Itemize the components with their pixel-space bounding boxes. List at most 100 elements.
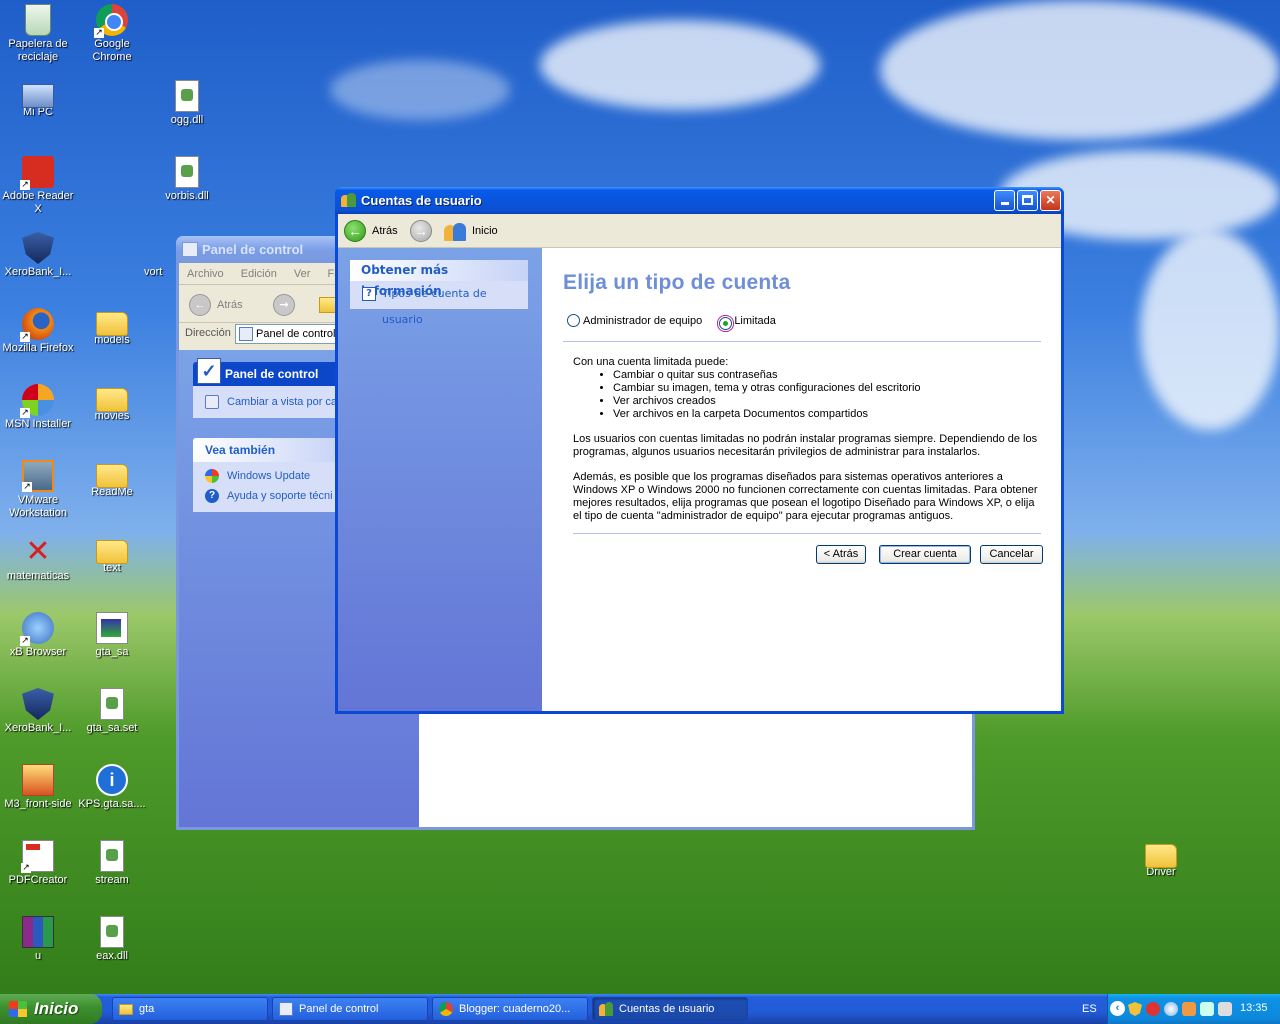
forward-arrow-icon: → bbox=[410, 220, 432, 242]
user-accounts-navbar: ← Atrás → Inicio bbox=[338, 214, 1061, 248]
desktop-icon-xerobank-2[interactable]: XeroBank_I... bbox=[0, 688, 76, 735]
wireless-icon[interactable] bbox=[1200, 1002, 1214, 1016]
maximize-icon bbox=[1022, 195, 1033, 205]
help-support-link[interactable]: ? Ayuda y soporte técni bbox=[193, 486, 343, 506]
see-also-box: Vea también Windows Update ? Ayuda y sop… bbox=[193, 438, 343, 512]
home-button[interactable]: Inicio bbox=[444, 219, 498, 243]
control-panel-title: Panel de control bbox=[202, 242, 304, 257]
antivirus-icon[interactable] bbox=[1146, 1002, 1160, 1016]
user-accounts-icon bbox=[341, 193, 357, 208]
windows-flag-icon bbox=[9, 1001, 27, 1017]
desktop-icon-adobe-reader[interactable]: Adobe Reader X bbox=[0, 156, 76, 216]
list-item: Cambiar o quitar sus contraseñas bbox=[613, 369, 1043, 382]
cancel-button[interactable]: Cancelar bbox=[980, 545, 1043, 564]
adobe-reader-icon bbox=[20, 156, 54, 190]
close-button[interactable]: ✕ bbox=[1040, 190, 1061, 211]
create-account-button[interactable]: Crear cuenta bbox=[879, 545, 971, 564]
folder-icon bbox=[96, 540, 128, 564]
account-types-link[interactable]: ? Tipos de cuenta de usuario bbox=[350, 281, 528, 326]
xb-browser-icon bbox=[20, 612, 54, 646]
back-arrow-icon: ← bbox=[189, 294, 211, 316]
desktop-icon-readme[interactable]: ReadMe bbox=[74, 460, 150, 499]
radio-administrator[interactable]: Administrador de equipo bbox=[567, 314, 705, 327]
learn-more-header: Obtener más información bbox=[350, 260, 528, 298]
desktop-icon-models[interactable]: models bbox=[74, 308, 150, 347]
info-icon: i bbox=[96, 764, 128, 796]
desktop-icon-vmware[interactable]: VMware Workstation bbox=[0, 460, 76, 520]
back-button[interactable]: ← Atrás bbox=[189, 293, 243, 317]
user-accounts-home-icon bbox=[444, 221, 468, 241]
chrome-icon bbox=[439, 1002, 453, 1016]
account-description: Con una cuenta limitada puede: Cambiar o… bbox=[573, 356, 1043, 523]
forward-arrow-icon[interactable]: → bbox=[273, 294, 295, 316]
task-gta[interactable]: gta bbox=[112, 997, 268, 1021]
task-blogger[interactable]: Blogger: cuaderno20... bbox=[432, 997, 588, 1021]
desktop-icon-vorbis-dll[interactable]: vorbis.dll bbox=[149, 156, 225, 203]
clock[interactable]: 13:35 bbox=[1240, 1002, 1268, 1014]
list-item: Ver archivos creados bbox=[613, 395, 1043, 408]
intro-text: Con una cuenta limitada puede: bbox=[573, 356, 729, 368]
desktop-icon-xb-browser[interactable]: xB Browser bbox=[0, 612, 76, 659]
start-button[interactable]: Inicio bbox=[0, 994, 102, 1024]
see-also-header: Vea también bbox=[193, 438, 343, 462]
desktop-icon-gta-sa[interactable]: gta_sa bbox=[74, 612, 150, 659]
user-accounts-icon bbox=[599, 1002, 613, 1016]
forward-button[interactable]: → bbox=[410, 219, 432, 243]
back-step-button[interactable]: < Atrás bbox=[816, 545, 866, 564]
folder-icon bbox=[119, 1004, 133, 1015]
control-panel-box: ✓ Panel de control Cambiar a vista por c… bbox=[193, 358, 343, 418]
desktop-icon-u[interactable]: u bbox=[0, 916, 76, 963]
user-accounts-window[interactable]: Cuentas de usuario ✕ ← Atrás → Inicio Ob… bbox=[335, 187, 1064, 714]
desktop-icon-msn-installer[interactable]: MSN Installer bbox=[0, 384, 76, 431]
security-shield-icon[interactable] bbox=[1128, 1002, 1142, 1016]
desktop-icon-text[interactable]: text bbox=[74, 536, 150, 575]
back-button[interactable]: ← Atrás bbox=[344, 219, 398, 243]
task-control-panel[interactable]: Panel de control bbox=[272, 997, 428, 1021]
address-field[interactable]: Panel de control bbox=[235, 324, 345, 344]
dll-file-icon bbox=[175, 80, 199, 112]
desktop-icon-my-computer[interactable]: Mi PC bbox=[0, 80, 76, 119]
desktop-icon-firefox[interactable]: Mozilla Firefox bbox=[0, 308, 76, 355]
desktop-icon-ogg-dll[interactable]: ogg.dll bbox=[149, 80, 225, 127]
maximize-button[interactable] bbox=[1017, 190, 1038, 211]
xerobank-shield-icon bbox=[22, 232, 54, 264]
radio-limited[interactable]: Limitada bbox=[717, 315, 776, 332]
recycle-bin-icon bbox=[25, 4, 51, 36]
desktop-icon-gta-sa-set[interactable]: gta_sa.set bbox=[74, 688, 150, 735]
capabilities-list: Cambiar o quitar sus contraseñas Cambiar… bbox=[613, 369, 1043, 421]
user-accounts-title: Cuentas de usuario bbox=[361, 193, 482, 208]
tray-expand-icon[interactable]: ‹ bbox=[1110, 1001, 1125, 1016]
menu-edicion[interactable]: Edición bbox=[241, 268, 277, 280]
radio-limited-circle[interactable] bbox=[719, 317, 733, 330]
menu-ver[interactable]: Ver bbox=[294, 268, 311, 280]
windows-update-link[interactable]: Windows Update bbox=[193, 466, 343, 486]
desktop-icon-xerobank-1[interactable]: XeroBank_I... bbox=[0, 232, 76, 279]
desktop-icon-kps-gta-sa[interactable]: i KPS.gta.sa.... bbox=[74, 764, 150, 811]
folder-icon bbox=[96, 312, 128, 336]
desktop-icon-matematicas[interactable]: ✕ matematicas bbox=[0, 536, 76, 583]
desktop-icon-chrome[interactable]: Google Chrome bbox=[74, 4, 150, 64]
desktop-icon-pdfcreator[interactable]: PDFCreator bbox=[0, 840, 76, 887]
pdfcreator-icon bbox=[21, 840, 54, 873]
chrome-icon bbox=[94, 4, 128, 38]
menu-archivo[interactable]: Archivo bbox=[187, 268, 224, 280]
desktop-icon-m3-front-side[interactable]: M3_front-side bbox=[0, 764, 76, 811]
user-accounts-titlebar[interactable]: Cuentas de usuario ✕ bbox=[335, 187, 1064, 214]
radio-administrator-circle[interactable] bbox=[567, 314, 580, 327]
volume-icon[interactable] bbox=[1218, 1002, 1232, 1016]
task-user-accounts[interactable]: Cuentas de usuario bbox=[592, 997, 748, 1021]
desktop-icon-eax-dll[interactable]: eax.dll bbox=[74, 916, 150, 963]
minimize-button[interactable] bbox=[994, 190, 1015, 211]
switch-view-link[interactable]: Cambiar a vista por ca bbox=[193, 386, 343, 418]
desktop-icon-stream[interactable]: stream bbox=[74, 840, 150, 887]
firewall-icon[interactable] bbox=[1182, 1002, 1196, 1016]
desktop-icon-driver[interactable]: Driver bbox=[1123, 840, 1199, 879]
switch-view-icon bbox=[205, 395, 219, 409]
desktop-icon-recycle-bin[interactable]: Papelera de reciclaje bbox=[0, 4, 76, 64]
list-item: Cambiar su imagen, tema y otras configur… bbox=[613, 382, 1043, 395]
desktop-icon-movies[interactable]: movies bbox=[74, 384, 150, 423]
user-accounts-main: Elija un tipo de cuenta Administrador de… bbox=[542, 248, 1061, 711]
network-globe-icon[interactable] bbox=[1164, 1002, 1178, 1016]
msn-icon bbox=[20, 384, 54, 418]
language-indicator[interactable]: ES bbox=[1082, 1003, 1097, 1015]
